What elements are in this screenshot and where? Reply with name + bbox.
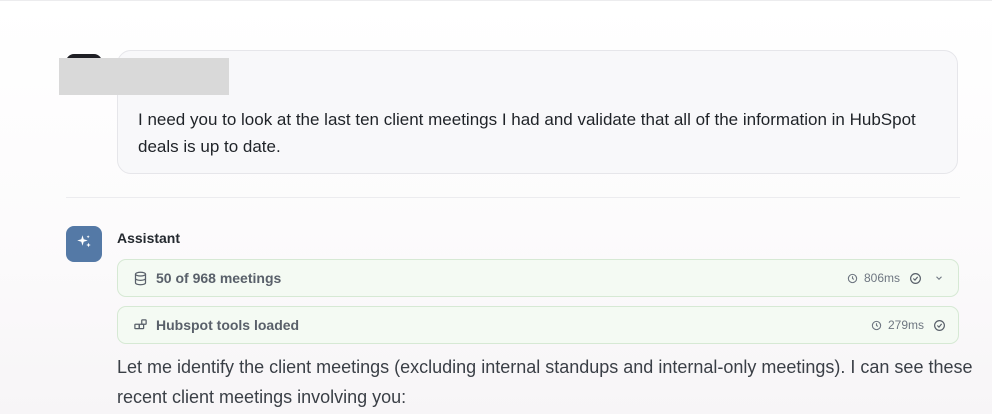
tool-call-meta: 279ms [870,318,946,332]
redacted-user-name [59,58,229,95]
check-circle-icon [908,271,922,285]
database-icon [132,270,148,286]
assistant-avatar [66,226,102,262]
assistant-message-text: Let me identify the client meetings (exc… [117,357,973,407]
user-message-text: I need you to look at the last ten clien… [138,110,916,156]
tool-call-duration: 806ms [863,271,900,285]
clock-icon [846,271,860,285]
tool-call-meta: 806ms [846,271,946,285]
tool-call-duration: 279ms [887,318,924,332]
check-circle-icon [932,318,946,332]
clock-icon [870,318,884,332]
sparkles-icon [75,233,93,256]
message-divider [66,197,960,198]
assistant-name: Assistant [117,230,181,246]
chevron-down-icon[interactable] [932,271,946,285]
tool-call-label: Hubspot tools loaded [156,317,300,333]
tool-call-meetings[interactable]: 50 of 968 meetings 806ms [117,259,959,297]
tool-call-hubspot-tools[interactable]: Hubspot tools loaded 279ms [117,306,959,344]
tool-call-label: 50 of 968 meetings [156,270,282,286]
blocks-icon [132,317,148,333]
top-border [0,0,992,1]
